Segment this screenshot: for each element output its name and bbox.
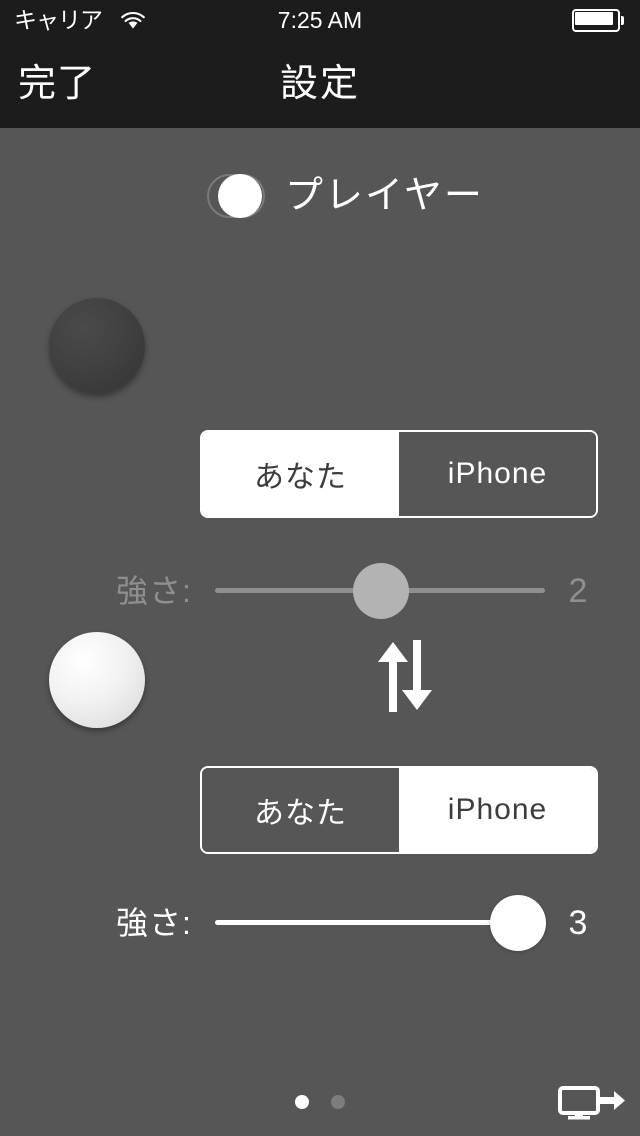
strength-label-player2: 強さ:: [116, 905, 192, 941]
strength-slider-row-player1: 強さ: 2: [0, 556, 640, 626]
page-title: 設定: [279, 63, 360, 105]
strength-value-player1: 2: [568, 572, 588, 610]
settings-content: プレイヤー あなた iPhone 強さ: 2 あなた iPhone 強さ: 3: [0, 128, 640, 1136]
status-time: 7:25 AM: [277, 7, 363, 33]
segment-player1-iphone[interactable]: iPhone: [399, 432, 596, 516]
light-stone-icon: [49, 632, 145, 728]
page-indicator[interactable]: [0, 1090, 640, 1114]
player-toggle-row: プレイヤー: [0, 160, 640, 232]
strength-slider-knob-player2[interactable]: [490, 895, 546, 951]
player-toggle-switch[interactable]: [207, 174, 265, 218]
navigation-bar: 完了 設定: [0, 40, 640, 128]
segment-player2-iphone[interactable]: iPhone: [399, 768, 596, 852]
battery-fill: [575, 12, 613, 25]
page-dot-2[interactable]: [331, 1095, 345, 1109]
external-display-arrow-icon[interactable]: [556, 1084, 626, 1124]
status-bar: キャリア 7:25 AM: [0, 0, 640, 40]
strength-value-player2: 3: [568, 904, 588, 942]
battery-icon: [572, 9, 624, 32]
strength-slider-knob-player1[interactable]: [353, 563, 409, 619]
segmented-control-player2[interactable]: あなた iPhone: [200, 766, 598, 854]
page-dot-1[interactable]: [295, 1095, 309, 1109]
segment-player2-you[interactable]: あなた: [202, 768, 399, 852]
toggle-knob: [218, 174, 262, 218]
segmented-control-player1[interactable]: あなた iPhone: [200, 430, 598, 518]
dark-stone-icon: [49, 298, 145, 394]
player-toggle-label: プレイヤー: [285, 175, 484, 217]
segment-player1-you[interactable]: あなた: [202, 432, 399, 516]
strength-label-player1: 強さ:: [116, 573, 192, 609]
battery-nub: [621, 16, 624, 25]
swap-vertical-arrows-icon[interactable]: [375, 640, 435, 712]
strength-slider-row-player2: 強さ: 3: [0, 888, 640, 958]
